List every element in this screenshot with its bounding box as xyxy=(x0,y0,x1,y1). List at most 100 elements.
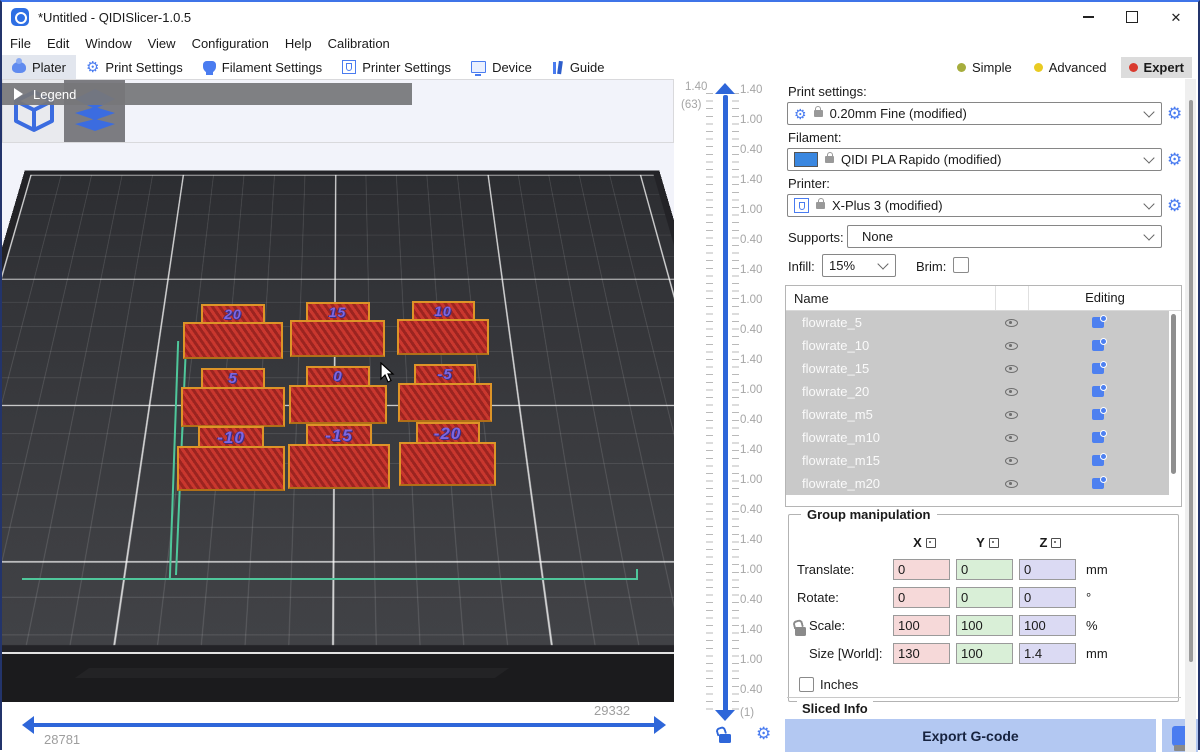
edit-print-settings-gear[interactable]: ⚙ xyxy=(1167,105,1182,122)
supports-label: Supports: xyxy=(788,230,844,245)
model-flowrate-m20[interactable]: -20 xyxy=(399,422,496,486)
visibility-cell[interactable] xyxy=(995,408,1027,421)
tab-device[interactable]: Device xyxy=(461,55,542,79)
object-row[interactable]: flowrate_20 xyxy=(786,380,1169,403)
z-value-field[interactable]: 1.4 xyxy=(1019,643,1076,664)
y-value-field[interactable]: 100 xyxy=(956,643,1013,664)
menu-item[interactable]: Help xyxy=(285,34,323,53)
filament-combo[interactable]: QIDI PLA Rapido (modified) xyxy=(787,148,1162,171)
menu-item[interactable]: Calibration xyxy=(328,34,401,53)
z-value-field[interactable]: 0 xyxy=(1019,559,1076,580)
editing-cell[interactable] xyxy=(1027,432,1169,443)
tab-filament-settings[interactable]: Filament Settings xyxy=(193,55,332,79)
axis-target-icon xyxy=(926,538,936,548)
slider-lock-icon[interactable] xyxy=(719,734,731,743)
mode-expert[interactable]: Expert xyxy=(1121,57,1192,78)
model-flowrate-5[interactable]: 5 xyxy=(181,368,285,427)
export-gcode-button[interactable]: Export G-code xyxy=(785,719,1156,752)
column-header-name[interactable]: Name xyxy=(786,291,995,306)
object-row[interactable]: flowrate_10 xyxy=(786,334,1169,357)
menu-item[interactable]: Window xyxy=(85,34,142,53)
y-value-field[interactable]: 100 xyxy=(956,615,1013,636)
y-value-field[interactable]: 0 xyxy=(956,587,1013,608)
z-value-field[interactable]: 0 xyxy=(1019,587,1076,608)
object-settings-icon xyxy=(1092,478,1104,489)
x-value-field[interactable]: 0 xyxy=(893,587,950,608)
visibility-cell[interactable] xyxy=(995,362,1027,375)
move-slider-right-thumb[interactable] xyxy=(654,716,666,734)
model-flowrate-m15[interactable]: -15 xyxy=(288,424,390,489)
object-name: flowrate_m5 xyxy=(786,407,995,422)
z-value-field[interactable]: 100 xyxy=(1019,615,1076,636)
panel-scrollbar-thumb[interactable] xyxy=(1189,100,1193,662)
editing-cell[interactable] xyxy=(1027,409,1169,420)
visibility-cell[interactable] xyxy=(995,431,1027,444)
edit-printer-gear[interactable]: ⚙ xyxy=(1167,197,1182,214)
visibility-cell[interactable] xyxy=(995,477,1027,490)
tab-print-settings[interactable]: ⚙ Print Settings xyxy=(76,55,193,79)
model-flowrate-m5[interactable]: -5 xyxy=(398,364,492,422)
infill-combo[interactable]: 15% xyxy=(822,254,896,277)
model-flowrate-10[interactable]: 10 xyxy=(397,301,489,355)
model-flowrate-0[interactable]: 0 xyxy=(289,366,387,424)
brim-checkbox[interactable] xyxy=(953,257,969,273)
layer-slider-lower-thumb[interactable] xyxy=(715,710,735,721)
mode-simple[interactable]: Simple xyxy=(949,57,1020,78)
object-row[interactable]: flowrate_m10 xyxy=(786,426,1169,449)
visibility-cell[interactable] xyxy=(995,339,1027,352)
close-button[interactable]: ✕ xyxy=(1154,2,1198,32)
model-number: 5 xyxy=(228,371,237,386)
menu-item[interactable]: View xyxy=(148,34,187,53)
edit-filament-gear[interactable]: ⚙ xyxy=(1167,151,1182,168)
layer-slider-track[interactable] xyxy=(723,95,728,712)
x-value-field[interactable]: 0 xyxy=(893,559,950,580)
tab-plater[interactable]: Plater xyxy=(2,55,76,79)
maximize-button[interactable] xyxy=(1110,2,1154,32)
object-row[interactable]: flowrate_15 xyxy=(786,357,1169,380)
model-flowrate-20[interactable]: 20 xyxy=(183,304,283,359)
visibility-cell[interactable] xyxy=(995,454,1027,467)
minimize-button[interactable] xyxy=(1066,2,1110,32)
object-row[interactable]: flowrate_5 xyxy=(786,311,1169,334)
x-value-field[interactable]: 130 xyxy=(893,643,950,664)
move-slider-left-thumb[interactable] xyxy=(22,716,34,734)
model-flowrate-m10[interactable]: -10 xyxy=(177,426,285,491)
editing-cell[interactable] xyxy=(1027,386,1169,397)
tab-guide[interactable]: Guide xyxy=(542,55,615,79)
print-settings-combo[interactable]: ⚙ 0.20mm Fine (modified) xyxy=(787,102,1162,125)
tick-label: 0.40 xyxy=(740,594,780,606)
visibility-cell[interactable] xyxy=(995,385,1027,398)
3d-viewport[interactable]: Legend 20 15 10 5 0 -5 xyxy=(2,79,674,702)
model-flowrate-15[interactable]: 15 xyxy=(290,302,385,357)
editing-cell[interactable] xyxy=(1027,317,1169,328)
move-slider-track[interactable] xyxy=(32,723,658,727)
editing-cell[interactable] xyxy=(1027,455,1169,466)
column-header-editing[interactable]: Editing xyxy=(1028,286,1181,310)
editing-cell[interactable] xyxy=(1027,363,1169,374)
y-value-field[interactable]: 0 xyxy=(956,559,1013,580)
object-list-scrollbar[interactable] xyxy=(1171,314,1176,474)
column-header-visibility[interactable] xyxy=(995,286,1028,310)
supports-combo[interactable]: None xyxy=(847,225,1162,248)
uniform-scale-lock-icon[interactable] xyxy=(795,627,806,636)
supports-value: None xyxy=(854,229,1138,244)
printer-combo[interactable]: X-Plus 3 (modified) xyxy=(787,194,1162,217)
menu-item[interactable]: Configuration xyxy=(192,34,280,53)
slider-settings-gear-icon[interactable]: ⚙ xyxy=(756,725,771,742)
model-label-tab: 15 xyxy=(306,302,370,321)
object-row[interactable]: flowrate_m15 xyxy=(786,449,1169,472)
editing-cell[interactable] xyxy=(1027,478,1169,489)
editing-cell[interactable] xyxy=(1027,340,1169,351)
legend-bar[interactable]: Legend xyxy=(2,83,412,105)
menu-item[interactable]: Edit xyxy=(47,34,80,53)
manipulation-row: Translate: 0 0 0 mm xyxy=(789,559,1178,580)
mode-advanced[interactable]: Advanced xyxy=(1026,57,1115,78)
object-row[interactable]: flowrate_m5 xyxy=(786,403,1169,426)
x-value-field[interactable]: 100 xyxy=(893,615,950,636)
visibility-cell[interactable] xyxy=(995,316,1027,329)
menu-item[interactable]: File xyxy=(10,34,42,53)
inches-checkbox[interactable] xyxy=(799,677,814,692)
layer-slider-upper-thumb[interactable] xyxy=(715,83,735,94)
object-row[interactable]: flowrate_m20 xyxy=(786,472,1169,495)
tab-printer-settings[interactable]: Printer Settings xyxy=(332,55,461,79)
